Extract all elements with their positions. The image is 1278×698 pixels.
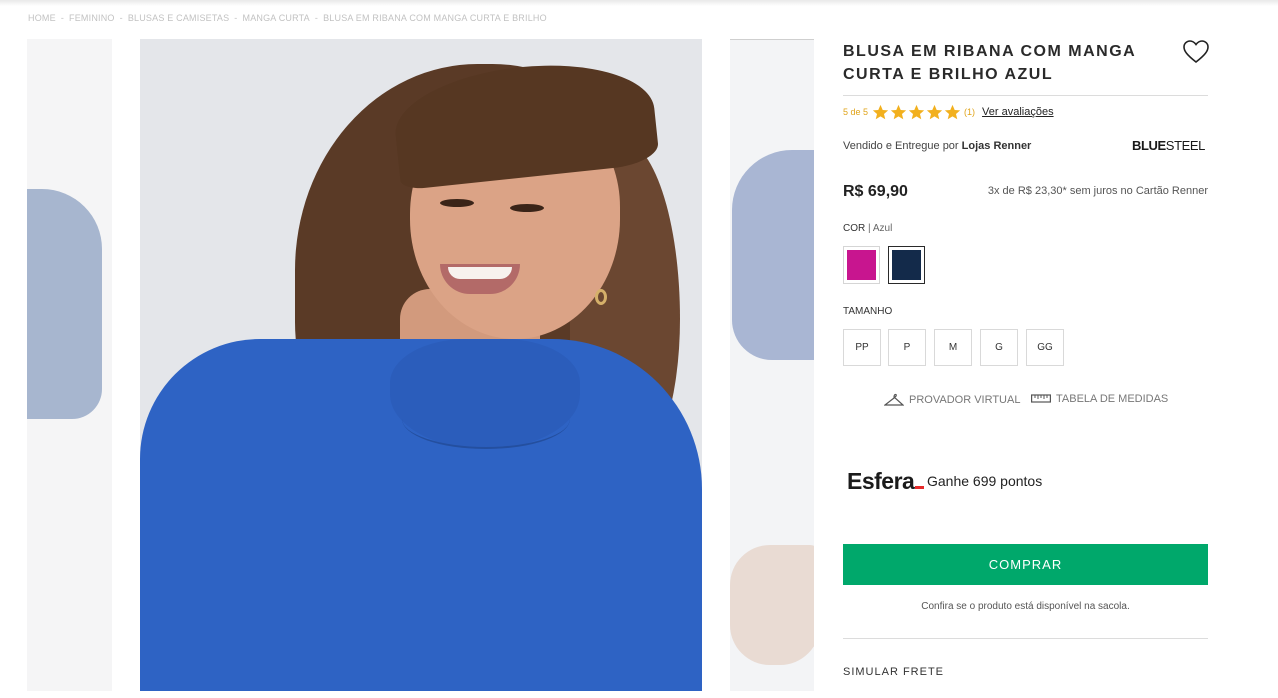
hanger-icon <box>884 393 904 406</box>
installments-info: 3x de R$ 23,30* sem juros no Cartão Renn… <box>987 185 1208 197</box>
star-icon <box>890 104 907 119</box>
color-label-text: COR <box>843 223 866 234</box>
breadcrumb-separator: - <box>60 13 65 23</box>
wishlist-button[interactable] <box>1183 40 1209 64</box>
color-label: COR | Azul <box>843 223 892 234</box>
breadcrumb: HOME - FEMININO - BLUSAS E CAMISETAS - MANGA C… <box>28 13 547 23</box>
color-swatch-rosa[interactable] <box>843 246 880 284</box>
virtual-fitting-label: PROVADOR VIRTUAL <box>909 394 1021 406</box>
breadcrumb-home[interactable]: HOME <box>28 13 56 23</box>
shirt-collar-seam <box>402 389 570 449</box>
size-chart-button[interactable]: TABELA DE MEDIDAS <box>1031 393 1168 405</box>
shirt-sleeve-image <box>27 189 102 419</box>
title-divider <box>843 95 1208 96</box>
swatch-fill <box>892 250 921 280</box>
breadcrumb-feminino[interactable]: FEMININO <box>69 13 115 23</box>
selected-color-name: Azul <box>872 223 893 234</box>
breadcrumb-current: BLUSA EM RIBANA COM MANGA CURTA E BRILHO <box>323 13 547 23</box>
top-bar-shadow <box>0 0 1278 6</box>
esfera-logo-text: Esfera <box>847 468 915 494</box>
buy-button[interactable]: COMPRAR <box>843 544 1208 585</box>
seller-prefix: Vendido e Entregue por <box>843 140 959 152</box>
product-title: BLUSA EM RIBANA COM MANGA CURTA E BRILHO… <box>843 43 1136 83</box>
gallery-main-image[interactable] <box>140 39 702 691</box>
size-option-pp[interactable]: PP <box>843 329 881 366</box>
product-gallery <box>27 39 814 691</box>
star-icon <box>908 104 925 119</box>
model-earring <box>595 289 607 305</box>
size-label: TAMANHO <box>843 306 893 317</box>
rating-stars <box>872 104 962 121</box>
size-option-m[interactable]: M <box>934 329 972 366</box>
brand-logo[interactable]: BLUESTEEL <box>1132 138 1205 153</box>
gallery-prev-image[interactable] <box>27 39 112 691</box>
gallery-next-image[interactable] <box>730 39 814 691</box>
brand-logo-bold: BLUE <box>1132 138 1166 153</box>
esfera-points: Ganhe 699 pontos <box>927 473 1043 489</box>
seller-info: Vendido e Entregue por Lojas Renner <box>843 140 1031 152</box>
breadcrumb-blusas[interactable]: BLUSAS E CAMISETAS <box>128 13 229 23</box>
shipping-divider <box>843 638 1208 639</box>
model-eye <box>510 204 544 212</box>
rating-score: 5 de 5 <box>843 107 869 117</box>
size-option-g[interactable]: G <box>980 329 1018 366</box>
model-eye <box>440 199 474 207</box>
product-rating: 5 de 5 (1) Ver avaliações <box>843 102 1054 122</box>
virtual-fitting-button[interactable]: PROVADOR VIRTUAL <box>884 393 1020 407</box>
star-icon <box>872 104 889 119</box>
ruler-icon <box>1031 394 1051 403</box>
size-option-p[interactable]: P <box>888 329 926 366</box>
star-icon <box>926 104 943 119</box>
color-swatch-azul[interactable] <box>888 246 925 284</box>
model-arm-image <box>730 545 814 665</box>
see-reviews-link[interactable]: Ver avaliações <box>982 106 1054 118</box>
size-chart-label: TABELA DE MEDIDAS <box>1056 393 1169 405</box>
availability-note: Confira se o produto está disponível na … <box>921 601 1130 612</box>
product-price: R$ 69,90 <box>843 183 908 200</box>
breadcrumb-separator: - <box>234 13 238 23</box>
color-separator: | <box>868 223 871 234</box>
heart-icon <box>1183 40 1209 64</box>
esfera-logo: Esfera <box>847 468 925 495</box>
simulate-shipping[interactable]: SIMULAR FRETE <box>843 666 944 678</box>
review-count: (1) <box>964 107 976 117</box>
seller-name: Lojas Renner <box>961 140 1032 152</box>
swatch-fill <box>847 250 876 280</box>
model-teeth <box>448 267 512 279</box>
breadcrumb-manga-curta[interactable]: MANGA CURTA <box>243 13 310 23</box>
size-option-gg[interactable]: GG <box>1026 329 1064 366</box>
star-icon <box>944 104 961 119</box>
brand-logo-light: STEEL <box>1165 138 1206 153</box>
esfera-logo-mark <box>915 486 925 489</box>
shirt-sleeve-image <box>732 150 814 360</box>
breadcrumb-separator: - <box>314 13 319 23</box>
breadcrumb-separator: - <box>119 13 123 23</box>
